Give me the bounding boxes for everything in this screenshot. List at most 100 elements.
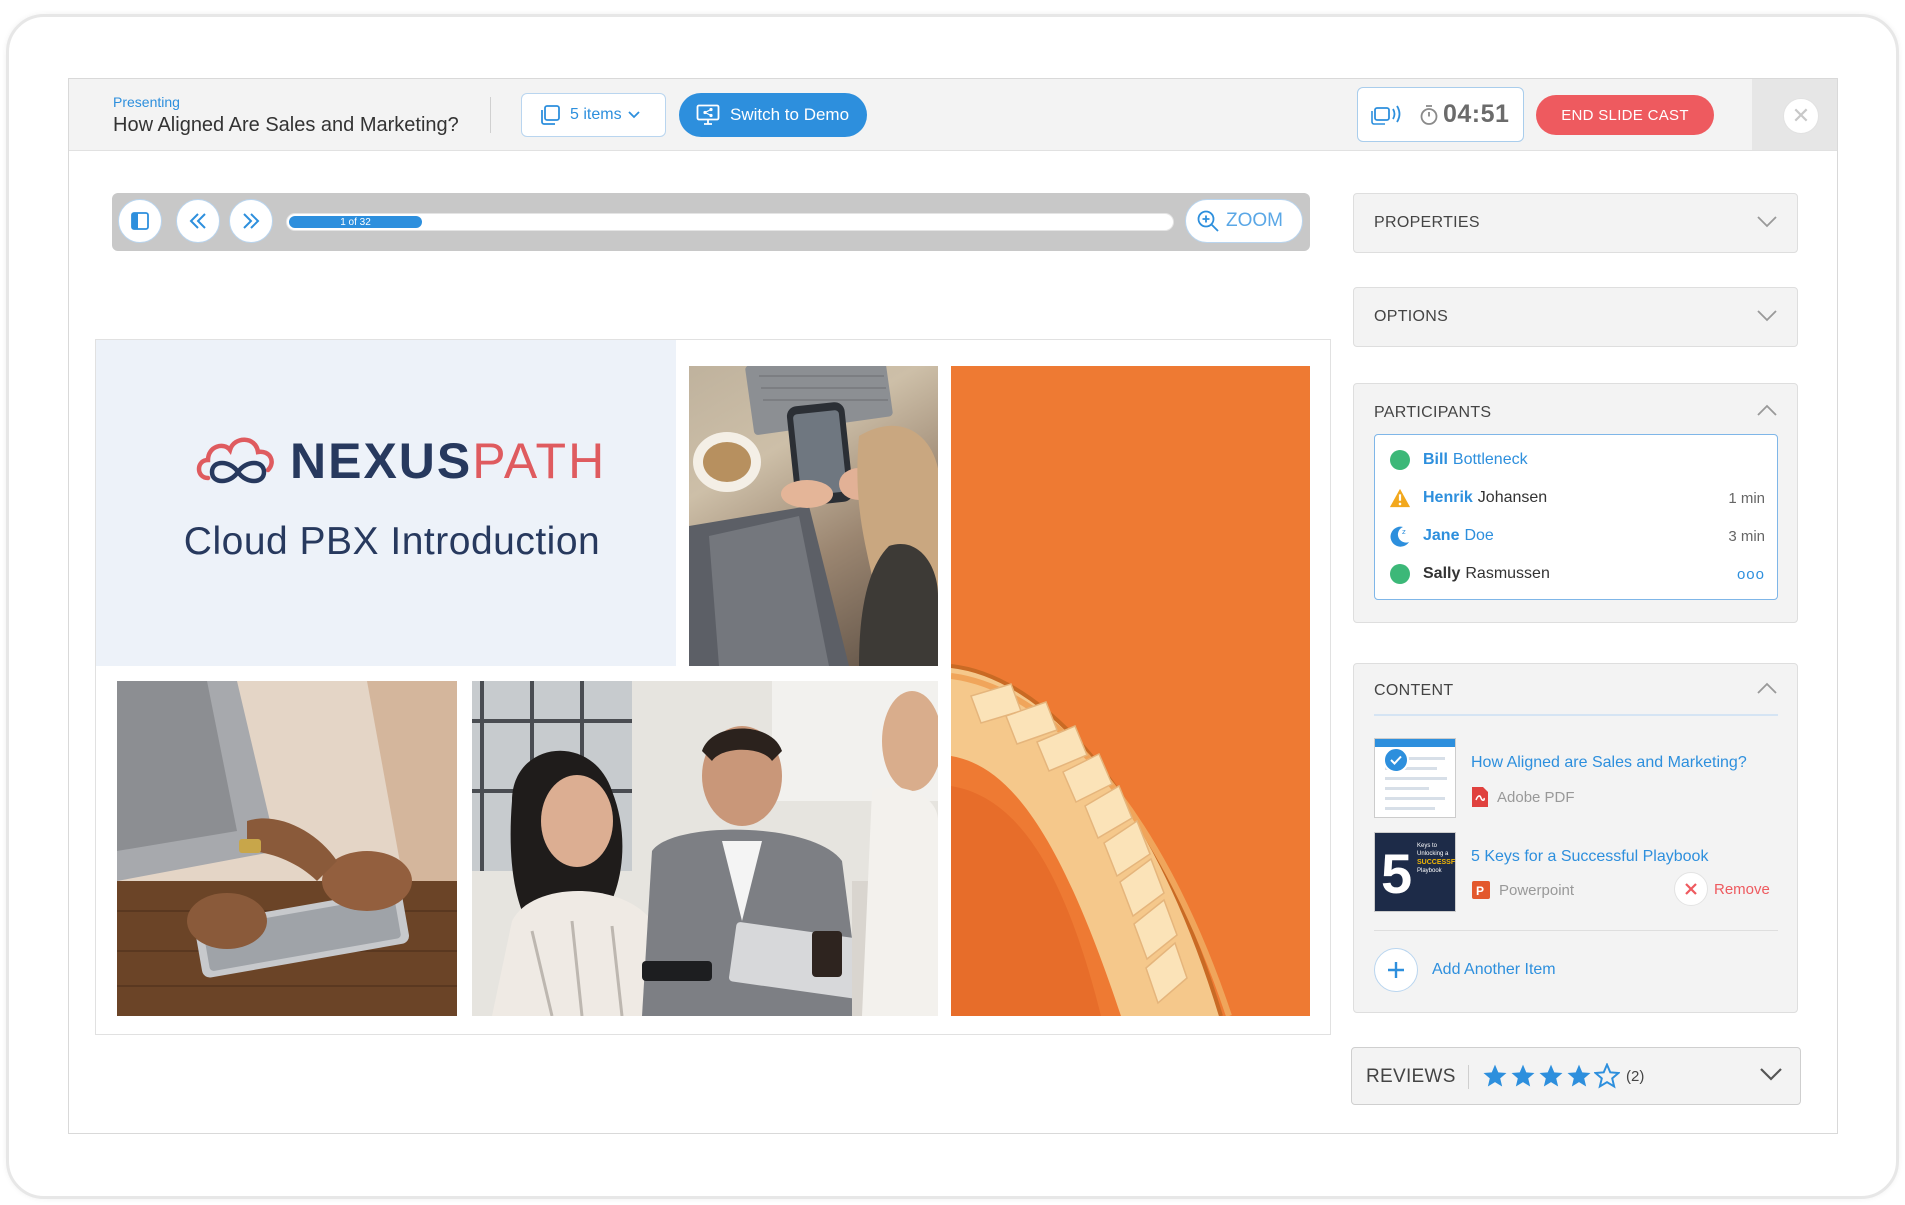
online-status-icon [1389,563,1411,585]
slide-preview: NEXUSPATH Cloud PBX Introduction [95,339,1331,1035]
chevron-up-icon[interactable] [1757,682,1777,694]
options-title: OPTIONS [1374,308,1449,325]
content-item-type-label: Adobe PDF [1497,788,1575,806]
end-slide-cast-button[interactable]: END SLIDE CAST [1536,95,1714,135]
content-item[interactable]: How Aligned are Sales and Marketing? Ado… [1374,738,1778,818]
options-panel[interactable]: OPTIONS [1353,287,1798,347]
brand-path: PATH [472,433,607,489]
timer-value: 04:51 [1443,100,1510,128]
participant-time: 3 min [1728,527,1765,545]
add-another-item-button[interactable]: Add Another Item [1374,948,1556,992]
participant-row[interactable]: Sally Rasmussen ooo [1389,562,1765,586]
switch-to-demo-label: Switch to Demo [730,105,850,124]
slide-progress-fill: 1 of 32 [289,216,422,228]
close-button[interactable]: ✕ [1783,98,1819,134]
participants-panel: PARTICIPANTS Bill Bottleneck Henrik Joha… [1353,383,1798,623]
chevron-down-icon [627,111,640,119]
participant-last-name: Johansen [1477,489,1548,506]
chevron-down-icon [1760,1068,1782,1081]
svg-text:Keys to: Keys to [1417,843,1438,849]
star-filled-icon[interactable] [1566,1063,1592,1089]
review-count: (2) [1626,1067,1645,1085]
content-item[interactable]: 5 Keys to Unlocking a SUCCESSFUL Playboo… [1374,832,1778,912]
reviews-divider [1468,1065,1469,1089]
photo-phone-desk [689,366,938,666]
star-filled-icon[interactable] [1482,1063,1508,1089]
photo-tablet-hands [117,681,457,1016]
online-status-icon [1389,449,1411,471]
thumb-number: 5 [1381,842,1412,905]
content-item-type: Adobe PDF [1471,786,1575,808]
brand-wordmark: NEXUSPATH [290,432,606,490]
previous-slide-button[interactable] [176,199,220,243]
content-panel: CONTENT How Aligned are Sales and Market… [1353,663,1798,1013]
content-item-type: P Powerpoint [1471,880,1574,900]
more-options-icon[interactable]: ooo [1737,566,1765,583]
cloud-infinity-logo-icon [196,437,274,484]
stack-icon [541,105,560,125]
presenting-label: Presenting [113,94,180,110]
remove-circle[interactable] [1674,872,1708,906]
zoom-in-icon [1197,210,1219,232]
participant-row[interactable]: z Jane Doe 3 min [1389,524,1765,548]
presentation-title: How Aligned Are Sales and Marketing? [113,114,459,136]
content-item-title[interactable]: 5 Keys for a Successful Playbook [1471,848,1708,866]
powerpoint-thumbnail: 5 Keys to Unlocking a SUCCESSFUL Playboo… [1374,832,1456,912]
slide-subtitle: Cloud PBX Introduction [183,520,601,563]
content-item-type-label: Powerpoint [1499,881,1575,899]
participant-first-name: Bill [1423,451,1448,468]
remove-item-button[interactable]: Remove [1674,872,1770,906]
next-slide-button[interactable] [229,199,273,243]
participants-list: Bill Bottleneck Henrik Johansen 1 min z … [1374,434,1778,600]
slide-progress-bar[interactable]: 1 of 32 [286,213,1174,231]
monitor-share-icon [696,104,720,125]
participant-first-name: Henrik [1423,489,1473,506]
participant-first-name: Sally [1423,565,1461,582]
svg-text:Unlocking a: Unlocking a [1417,851,1449,857]
svg-text:P: P [1476,884,1484,898]
star-empty-icon[interactable] [1594,1063,1620,1089]
svg-text:Playbook: Playbook [1417,868,1443,874]
photo-orange-staircase [951,366,1310,1016]
participant-last-name: Doe [1464,527,1494,544]
switch-to-demo-button[interactable]: Switch to Demo [679,93,867,137]
top-bar: Presenting How Aligned Are Sales and Mar… [69,79,1837,151]
broadcast-icon [1371,105,1401,125]
participant-row[interactable]: Bill Bottleneck [1389,448,1765,472]
items-dropdown-button[interactable]: 5 items [521,93,666,137]
participants-title: PARTICIPANTS [1374,404,1492,421]
stopwatch-icon [1420,104,1438,125]
participant-last-name: Rasmussen [1465,565,1550,582]
photo-office-colleagues [472,681,938,1016]
star-rating[interactable]: (2) [1482,1063,1644,1089]
reviews-panel[interactable]: REVIEWS (2) [1351,1047,1801,1105]
brand-nexus: NEXUS [290,433,473,489]
star-filled-icon[interactable] [1538,1063,1564,1089]
close-icon [1685,883,1697,895]
content-item-title[interactable]: How Aligned are Sales and Marketing? [1471,754,1747,772]
pdf-file-icon [1472,787,1488,807]
zoom-button[interactable]: ZOOM [1185,199,1303,243]
double-chevron-right-icon [243,213,260,229]
close-icon: ✕ [1791,103,1811,128]
idle-moon-icon: z [1389,525,1411,547]
content-divider [1374,714,1778,716]
powerpoint-file-icon: P [1472,881,1490,899]
participant-row[interactable]: Henrik Johansen 1 min [1389,486,1765,510]
participant-time: 1 min [1728,489,1765,507]
reviews-title: REVIEWS [1366,1066,1456,1087]
remove-label: Remove [1714,880,1770,898]
plus-icon [1388,962,1404,978]
slide-toolbar: 1 of 32 ZOOM [112,193,1310,251]
add-circle[interactable] [1374,948,1418,992]
toggle-sidebar-button[interactable] [118,199,162,243]
brand-panel: NEXUSPATH Cloud PBX Introduction [96,340,676,666]
warning-status-icon [1389,487,1411,509]
properties-panel[interactable]: PROPERTIES [1353,193,1798,253]
sidebar-icon [131,212,149,230]
chevron-up-icon[interactable] [1757,404,1777,416]
pdf-thumbnail [1374,738,1456,818]
add-another-item-label: Add Another Item [1432,961,1556,978]
zoom-label: ZOOM [1226,210,1283,231]
star-filled-icon[interactable] [1510,1063,1536,1089]
